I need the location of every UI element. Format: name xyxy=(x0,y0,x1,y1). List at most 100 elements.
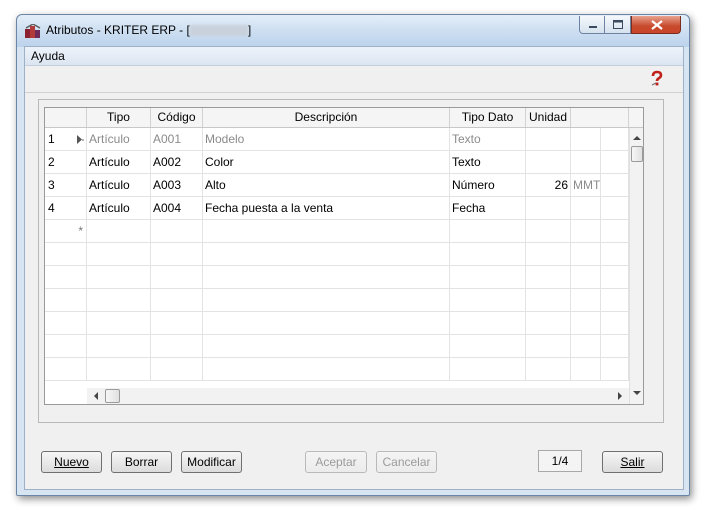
empty-cell xyxy=(203,243,450,265)
cell-blank[interactable] xyxy=(601,197,629,219)
empty-cell xyxy=(601,266,629,288)
column-header-descripcion[interactable]: Descripción xyxy=(203,108,450,127)
cell-codigo[interactable]: A004 xyxy=(151,197,203,219)
cell-tipo-dato[interactable]: Texto xyxy=(450,151,526,173)
cell-unidad[interactable] xyxy=(571,197,601,219)
nuevo-button-label: Nuevo xyxy=(54,455,89,469)
empty-cell xyxy=(450,335,526,357)
horizontal-scrollbar[interactable] xyxy=(87,388,629,404)
empty-cell xyxy=(571,335,601,357)
row-number[interactable]: 2 xyxy=(45,151,87,173)
column-header-tipo-dato[interactable]: Tipo Dato xyxy=(450,108,526,127)
cell-unidad-valor[interactable] xyxy=(526,151,571,173)
empty-cell[interactable] xyxy=(571,220,601,242)
modificar-button[interactable]: Modificar xyxy=(181,451,242,473)
window-title: Atributos - KRITER ERP - [] xyxy=(46,23,251,37)
table-row[interactable]: 4 Artículo A004 Fecha puesta a la venta Fech… xyxy=(45,197,629,220)
vertical-scroll-thumb[interactable] xyxy=(631,146,643,162)
cell-tipo-dato[interactable]: Número xyxy=(450,174,526,196)
empty-cell[interactable] xyxy=(87,220,151,242)
cell-unidad-valor[interactable] xyxy=(526,197,571,219)
cell-tipo[interactable]: Artículo xyxy=(87,151,151,173)
empty-cell xyxy=(601,243,629,265)
empty-cell xyxy=(45,243,87,265)
row-number[interactable]: 3 xyxy=(45,174,87,196)
cell-unidad[interactable] xyxy=(571,128,601,150)
vertical-scrollbar[interactable] xyxy=(629,128,643,404)
empty-cell xyxy=(450,289,526,311)
cell-codigo[interactable]: A002 xyxy=(151,151,203,173)
empty-cell xyxy=(571,358,601,380)
toolbar xyxy=(25,66,683,93)
borrar-button-label: Borrar xyxy=(124,455,159,469)
minimize-button[interactable] xyxy=(579,16,605,34)
empty-cell xyxy=(526,266,571,288)
empty-cell xyxy=(203,358,450,380)
title-bar[interactable]: Atributos - KRITER ERP - [] xyxy=(17,15,689,47)
client-area: Ayuda Tipo Código Descripción Tipo Dato … xyxy=(24,46,684,490)
empty-cell xyxy=(450,312,526,334)
attributes-grid: Tipo Código Descripción Tipo Dato Unidad… xyxy=(44,107,644,405)
empty-cell xyxy=(151,358,203,380)
cell-tipo[interactable]: Artículo xyxy=(87,174,151,196)
scroll-up-icon[interactable] xyxy=(633,135,641,141)
cell-unidad[interactable]: MMT xyxy=(571,174,601,196)
salir-button[interactable]: Salir xyxy=(602,451,663,473)
empty-cell xyxy=(87,335,151,357)
cell-tipo-dato[interactable]: Texto xyxy=(450,128,526,150)
nuevo-button[interactable]: Nuevo xyxy=(41,451,102,473)
empty-cell[interactable] xyxy=(526,220,571,242)
cell-tipo[interactable]: Artículo xyxy=(87,197,151,219)
scroll-down-icon[interactable] xyxy=(633,390,641,396)
cancelar-button[interactable]: Cancelar xyxy=(376,451,437,473)
maximize-icon xyxy=(613,20,623,29)
empty-cell xyxy=(151,243,203,265)
cell-blank[interactable] xyxy=(601,128,629,150)
empty-cell xyxy=(526,358,571,380)
row-number[interactable]: 4 xyxy=(45,197,87,219)
empty-cell xyxy=(87,358,151,380)
cell-codigo[interactable]: A003 xyxy=(151,174,203,196)
empty-cell xyxy=(45,266,87,288)
empty-cell[interactable] xyxy=(450,220,526,242)
empty-row xyxy=(45,335,629,358)
column-header-unidad[interactable]: Unidad xyxy=(526,108,571,127)
cell-unidad-valor[interactable] xyxy=(526,128,571,150)
menu-ayuda[interactable]: Ayuda xyxy=(31,49,65,63)
table-row[interactable]: 3 Artículo A003 Alto Número 26 MMT xyxy=(45,174,629,197)
scroll-right-icon[interactable] xyxy=(617,392,623,400)
empty-cell[interactable] xyxy=(203,220,450,242)
close-button[interactable] xyxy=(631,16,681,34)
empty-cell xyxy=(151,289,203,311)
borrar-button[interactable]: Borrar xyxy=(111,451,172,473)
empty-cell[interactable] xyxy=(151,220,203,242)
cell-codigo[interactable]: A001 xyxy=(151,128,203,150)
cell-descripcion[interactable]: Fecha puesta a la venta xyxy=(203,197,450,219)
cell-descripcion[interactable]: Alto xyxy=(203,174,450,196)
cell-descripcion[interactable]: Color xyxy=(203,151,450,173)
cell-blank[interactable] xyxy=(601,151,629,173)
cell-unidad-valor[interactable]: 26 xyxy=(526,174,571,196)
empty-cell xyxy=(450,243,526,265)
cell-unidad[interactable] xyxy=(571,151,601,173)
grid-header: Tipo Código Descripción Tipo Dato Unidad xyxy=(45,108,643,128)
maximize-button[interactable] xyxy=(605,16,631,34)
table-row[interactable]: 1 Artículo A001 Modelo Texto xyxy=(45,128,629,151)
aceptar-button-label: Aceptar xyxy=(315,455,357,469)
scroll-left-icon[interactable] xyxy=(93,392,99,400)
help-icon[interactable] xyxy=(648,70,666,88)
cell-tipo-dato[interactable]: Fecha xyxy=(450,197,526,219)
empty-row xyxy=(45,289,629,312)
cell-blank[interactable] xyxy=(601,174,629,196)
aceptar-button[interactable]: Aceptar xyxy=(305,451,367,473)
empty-cell[interactable] xyxy=(601,220,629,242)
table-row[interactable]: 2 Artículo A002 Color Texto xyxy=(45,151,629,174)
horizontal-scroll-thumb[interactable] xyxy=(105,389,120,403)
new-row-marker: * xyxy=(45,220,87,242)
empty-cell xyxy=(601,358,629,380)
cell-descripcion[interactable]: Modelo xyxy=(203,128,450,150)
column-header-tipo[interactable]: Tipo xyxy=(87,108,151,127)
new-row[interactable]: * xyxy=(45,220,629,243)
cell-tipo[interactable]: Artículo xyxy=(87,128,151,150)
column-header-codigo[interactable]: Código xyxy=(151,108,203,127)
